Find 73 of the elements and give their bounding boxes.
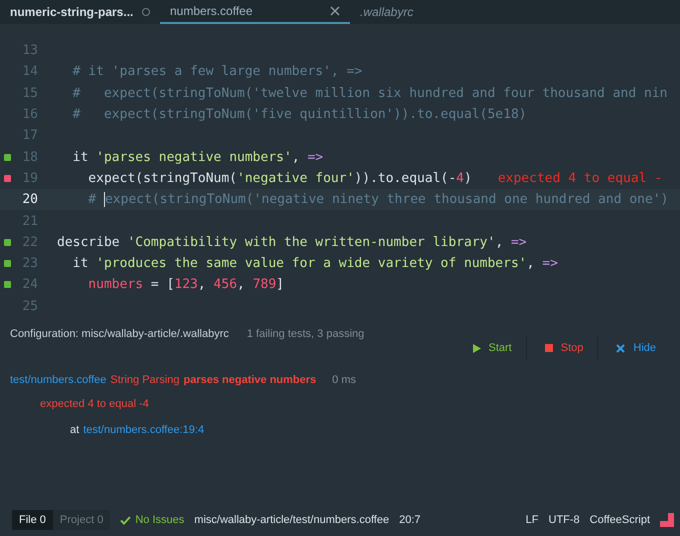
scope-tab[interactable]: File 0 bbox=[12, 510, 53, 530]
encoding[interactable]: UTF-8 bbox=[548, 514, 580, 526]
stairs-icon[interactable] bbox=[660, 513, 674, 527]
line-number: 14 bbox=[21, 64, 38, 80]
code-token: => bbox=[510, 234, 527, 250]
code-token: ) bbox=[464, 170, 472, 186]
start-button[interactable]: Start bbox=[454, 336, 526, 360]
cursor-position[interactable]: 20:7 bbox=[399, 514, 421, 526]
line-number: 15 bbox=[21, 86, 38, 101]
code-token: )).to.equal(- bbox=[354, 170, 456, 186]
code-token: numbers bbox=[87, 277, 144, 292]
grammar[interactable]: CoffeeScript bbox=[590, 514, 650, 526]
close-icon[interactable] bbox=[330, 6, 340, 16]
code-token: 'produces the same value for a wide variety of numbers' bbox=[96, 256, 527, 272]
test-name: parses negative numbers bbox=[184, 374, 316, 386]
line-number: 19 bbox=[21, 170, 38, 186]
suite-name: String Parsing bbox=[110, 374, 180, 386]
play-icon bbox=[472, 344, 480, 352]
code-token: , bbox=[292, 150, 301, 165]
code-token: 789 bbox=[252, 277, 276, 292]
code-token: # it 'parses a few large numbers', => bbox=[72, 64, 362, 80]
code-token: => bbox=[542, 256, 558, 272]
line-number: 25 bbox=[21, 298, 38, 314]
code-token: , bbox=[237, 277, 246, 292]
stack-location-link[interactable]: test/numbers.coffee:19:4 bbox=[83, 424, 204, 436]
code-token: # bbox=[87, 192, 98, 208]
editor-tab[interactable]: .wallabyrc bbox=[350, 0, 470, 24]
code-token: 4 bbox=[456, 170, 464, 186]
line-number: 20 bbox=[21, 192, 38, 208]
line-number: 16 bbox=[21, 107, 38, 122]
code-token: = [ bbox=[150, 277, 174, 292]
line-number: 23 bbox=[21, 256, 38, 272]
inline-error-message: expected 4 to equal - bbox=[498, 170, 662, 186]
code-token: describe bbox=[57, 234, 121, 250]
issues-status[interactable]: No Issues bbox=[120, 514, 184, 526]
stop-icon bbox=[544, 344, 553, 352]
code-token: expect(stringToNum( bbox=[87, 170, 238, 186]
modified-icon bbox=[142, 8, 150, 16]
line-number: 17 bbox=[21, 128, 38, 144]
line-number: 24 bbox=[21, 277, 38, 292]
code-token: , bbox=[198, 277, 207, 292]
line-number: 22 bbox=[21, 234, 38, 250]
stop-button[interactable]: Stop bbox=[526, 336, 598, 360]
code-token: # expect(stringToNum('five quintillion')).to.equal(5e18) bbox=[72, 107, 527, 122]
code-token: 'Compatibility with the written-number library' bbox=[127, 234, 496, 250]
code-token: it bbox=[72, 256, 90, 272]
close-icon bbox=[616, 344, 626, 352]
code-token: 123 bbox=[174, 277, 198, 292]
line-number: 18 bbox=[21, 150, 38, 165]
editor-tab[interactable]: numeric-string-pars... bbox=[0, 0, 160, 24]
editor-tab[interactable]: numbers.coffee bbox=[160, 0, 350, 24]
test-summary: 1 failing tests, 3 passing bbox=[246, 328, 364, 340]
code-token: 'parses negative numbers' bbox=[96, 150, 292, 165]
code-token: # expect(stringToNum('twelve million six hundred and four thousand and nin bbox=[72, 86, 668, 101]
line-number: 13 bbox=[21, 43, 38, 58]
code-token: , bbox=[495, 234, 504, 250]
file-path[interactable]: misc/wallaby-article/test/numbers.coffee bbox=[194, 514, 390, 526]
code-token: 'negative four' bbox=[237, 170, 354, 186]
test-duration: 0 ms bbox=[332, 374, 356, 386]
error-message: expected 4 to equal -4 bbox=[40, 398, 150, 410]
code-token: => bbox=[307, 150, 324, 165]
configuration-path: Configuration: misc/wallaby-article/.wallabyrc bbox=[10, 328, 229, 340]
code-token: ] bbox=[276, 277, 284, 292]
line-ending[interactable]: LF bbox=[526, 514, 538, 526]
line-number: 21 bbox=[21, 214, 38, 229]
code-token: expect(stringToNum('negative ninety three thousand one hundred and one') bbox=[104, 192, 668, 208]
code-token: 456 bbox=[214, 277, 238, 292]
code-token: it bbox=[72, 150, 90, 165]
test-file-link[interactable]: test/numbers.coffee bbox=[10, 374, 106, 386]
stack-at-label: at bbox=[70, 424, 80, 436]
hide-button[interactable]: Hide bbox=[597, 336, 670, 360]
check-icon bbox=[120, 516, 132, 524]
code-token: , bbox=[526, 256, 536, 272]
